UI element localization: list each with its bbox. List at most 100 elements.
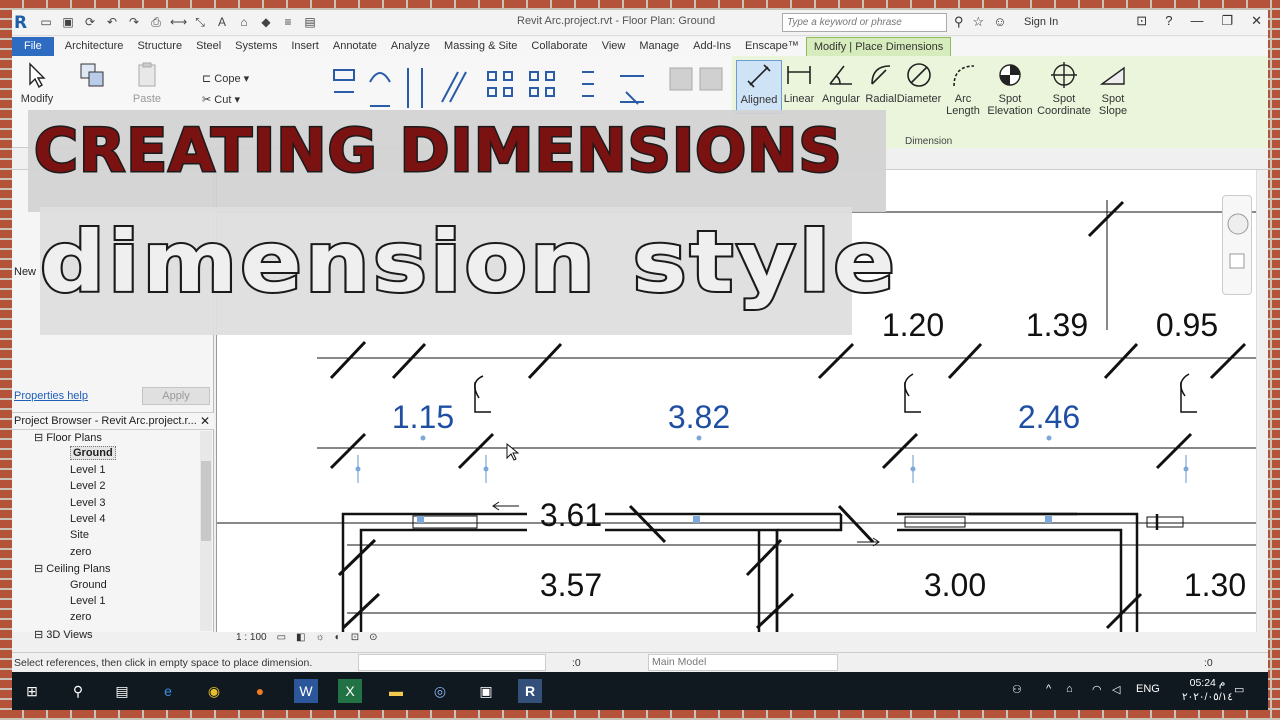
star-icon[interactable]: ☆ [973, 14, 985, 30]
workset-combo[interactable] [358, 654, 546, 671]
aligned-dimension-icon[interactable]: ⤡ [192, 14, 208, 30]
tree-item-ceiling-ground[interactable]: Ground [12, 579, 202, 595]
tab-manage[interactable]: Manage [632, 37, 686, 56]
tree-item-ceiling-plans[interactable]: ⊟ Ceiling Plans [12, 562, 202, 578]
temporary-dimension-label[interactable]: 1.15 [392, 399, 454, 435]
room-dimension-label[interactable]: 3.00 [924, 567, 986, 603]
wifi-icon[interactable]: ◠ [1092, 683, 1102, 696]
tree-item-3d-views[interactable]: ⊟ 3D Views [12, 628, 202, 644]
show-hidden-icons[interactable]: ^ [1046, 683, 1051, 695]
tab-systems[interactable]: Systems [228, 37, 284, 56]
section-icon[interactable]: ◆ [258, 14, 274, 30]
print-icon[interactable]: ⎙ [148, 14, 164, 30]
cart-icon[interactable]: ⊡ [1136, 13, 1147, 29]
search-icon[interactable]: ⚲ [66, 679, 90, 703]
vertical-scrollbar[interactable] [1256, 170, 1268, 632]
project-browser-scrollbar[interactable] [200, 431, 212, 631]
spot-coordinate-button[interactable]: Spot Coordinate [1036, 60, 1092, 117]
help-icon[interactable]: ? [1165, 13, 1172, 29]
dimension-label[interactable]: 0.95 [1156, 307, 1218, 343]
cut-button[interactable]: ✂ Cut ▾ [202, 93, 240, 106]
paste-button[interactable]: Paste [124, 60, 170, 105]
sign-in-link[interactable]: Sign In [1024, 16, 1058, 28]
tab-steel[interactable]: Steel [189, 37, 228, 56]
revit-taskbar-icon[interactable]: R [518, 679, 542, 703]
diameter-dimension-button[interactable]: Diameter [896, 60, 942, 105]
excel-icon[interactable]: X [338, 679, 362, 703]
switch-windows-icon[interactable]: ▤ [302, 14, 318, 30]
notifications-icon[interactable]: ▭ [1234, 683, 1244, 696]
tab-analyze[interactable]: Analyze [384, 37, 437, 56]
redo-icon[interactable]: ↷ [126, 14, 142, 30]
tree-item-level-3[interactable]: Level 3 [12, 497, 202, 513]
room-dimension-label[interactable]: 1.30 [1184, 567, 1246, 603]
temporary-dimension-label[interactable]: 2.46 [1018, 399, 1080, 435]
tab-modify-place-dimensions[interactable]: Modify | Place Dimensions [805, 37, 952, 56]
tab-add-ins[interactable]: Add-Ins [686, 37, 738, 56]
arc-length-dimension-button[interactable]: Arc Length [940, 60, 986, 117]
tab-view[interactable]: View [595, 37, 633, 56]
horizontal-scrollbar[interactable] [517, 632, 1256, 645]
temporary-dimension-label[interactable]: 3.82 [668, 399, 730, 435]
visual-style-icon[interactable]: ◧ [296, 632, 305, 645]
revit-logo-icon[interactable]: R [14, 13, 34, 33]
shadows-icon[interactable]: ◐ [335, 632, 341, 645]
people-icon[interactable]: ⚇ [1012, 683, 1022, 696]
firefox-icon[interactable]: ● [248, 679, 272, 703]
search-input[interactable]: Type a keyword or phrase [782, 13, 947, 32]
tab-annotate[interactable]: Annotate [326, 37, 384, 56]
sun-path-icon[interactable]: ☼ [316, 632, 325, 645]
chrome-icon[interactable]: ◉ [202, 679, 226, 703]
dimension-label[interactable]: 1.39 [1026, 307, 1088, 343]
room-dimension-label[interactable]: 3.57 [540, 567, 602, 603]
thin-lines-icon[interactable]: ≡ [280, 14, 296, 30]
tab-massing-site[interactable]: Massing & Site [437, 37, 524, 56]
spot-slope-button[interactable]: Spot Slope [1090, 60, 1136, 117]
file-explorer-icon[interactable]: ▬ [384, 679, 408, 703]
navigation-bar[interactable] [1222, 195, 1252, 295]
volume-icon[interactable]: ◁ [1112, 683, 1120, 696]
tree-item-ground-selected[interactable]: Ground [12, 446, 202, 463]
tree-item-floor-plans[interactable]: ⊟ Floor Plans [12, 431, 202, 447]
windows-start-icon[interactable]: ⊞ [20, 679, 44, 703]
modify-button[interactable]: Modify [14, 60, 60, 105]
type-properties-button[interactable] [72, 60, 112, 93]
dimension-label[interactable]: 3.61 [540, 497, 602, 533]
undo-icon[interactable]: ↶ [104, 14, 120, 30]
binoculars-icon[interactable]: ⚲ [954, 14, 964, 30]
word-icon[interactable]: W [294, 679, 318, 703]
close-icon[interactable]: ✕ [1251, 13, 1262, 29]
dimension-label[interactable]: 1.20 [882, 307, 944, 343]
linear-dimension-button[interactable]: Linear [776, 60, 822, 105]
tab-collaborate[interactable]: Collaborate [524, 37, 594, 56]
tree-item-site[interactable]: Site [12, 529, 202, 545]
3d-view-icon[interactable]: ⌂ [236, 14, 252, 30]
minimize-icon[interactable]: — [1190, 13, 1203, 29]
save-icon[interactable]: ▣ [60, 14, 76, 30]
restore-icon[interactable]: ❐ [1221, 13, 1233, 29]
measure-icon[interactable]: ⟷ [170, 14, 187, 30]
tree-item-ceiling-level-1[interactable]: Level 1 [12, 595, 202, 611]
text-icon[interactable]: A [214, 14, 230, 30]
scale-label[interactable]: 1 : 100 [236, 632, 267, 645]
apply-button[interactable]: Apply [142, 387, 210, 405]
photos-icon[interactable]: ▣ [474, 679, 498, 703]
tab-structure[interactable]: Structure [130, 37, 189, 56]
user-icon[interactable]: ☺ [993, 14, 1006, 30]
tree-item-ceiling-zero[interactable]: zero [12, 611, 202, 627]
selection-filter-counter[interactable]: :0 [1204, 657, 1213, 669]
cope-button[interactable]: ⊏ Cope ▾ [202, 72, 249, 85]
edge-icon[interactable]: e [156, 679, 180, 703]
hide-isolate-icon[interactable]: ⊙ [369, 632, 377, 645]
crop-view-icon[interactable]: ⊡ [351, 632, 359, 645]
detail-level-icon[interactable]: ▭ [277, 632, 286, 645]
tree-item-level-4[interactable]: Level 4 [12, 513, 202, 529]
open-icon[interactable]: ▭ [38, 14, 54, 30]
tab-architecture[interactable]: Architecture [58, 37, 131, 56]
sync-icon[interactable]: ⟳ [82, 14, 98, 30]
spot-elevation-button[interactable]: Spot Elevation [984, 60, 1036, 117]
clock[interactable]: 05:24 م ٢٠٢٠/٠٥/١٤ [1182, 676, 1233, 704]
scrollbar-thumb[interactable] [201, 461, 211, 541]
network-icon[interactable]: ⌂ [1066, 683, 1073, 695]
tab-enscape[interactable]: Enscape™ [738, 37, 806, 56]
